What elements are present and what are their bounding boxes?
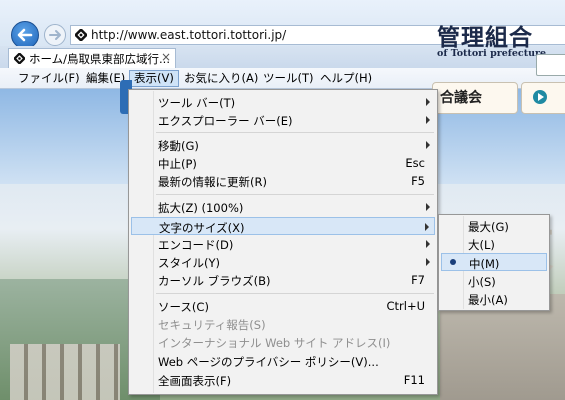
text-size-medium[interactable]: 中(M) [441, 253, 547, 271]
submenu-item-label: 大(L) [468, 238, 495, 252]
submenu-item-label: 小(S) [468, 275, 496, 289]
menu-item-toolbars[interactable]: ツール バー(T) [131, 93, 435, 111]
browser-tab[interactable]: ホーム/鳥取県東部広域行... × [8, 48, 176, 68]
menu-item-label: 全画面表示(F) [158, 374, 232, 388]
menu-item-label: エクスプローラー バー(E) [158, 114, 293, 128]
tab-close-icon[interactable]: × [161, 50, 171, 64]
menu-item-security-report: セキュリティ報告(S) [131, 315, 435, 333]
menu-item-shortcut: F11 [403, 373, 425, 387]
site-search-input[interactable] [536, 54, 565, 76]
menu-item-label: スタイル(Y) [158, 256, 220, 270]
council-nav-label: 合議会 [440, 90, 482, 106]
site-favicon-icon [75, 29, 87, 41]
menu-item-stop[interactable]: 中止(P) Esc [131, 154, 435, 172]
menu-item-shortcut: Esc [405, 156, 425, 170]
menu-item-label: ツール バー(T) [158, 96, 236, 110]
menu-item-full-screen[interactable]: 全画面表示(F) F11 [131, 371, 435, 389]
menu-item-label: 中止(P) [158, 157, 197, 171]
menu-item-zoom[interactable]: 拡大(Z) (100%) [131, 198, 435, 216]
submenu-arrow-icon [426, 141, 430, 149]
menu-separator [156, 194, 434, 195]
menu-item-label: 移動(G) [158, 139, 199, 153]
menu-separator [156, 293, 434, 294]
menu-item-label: 最新の情報に更新(R) [158, 175, 267, 189]
menu-file[interactable]: ファイル(F) [14, 70, 84, 87]
forward-arrow-icon [49, 30, 61, 40]
menu-item-international-address: インターナショナル Web サイト アドレス(I) [131, 333, 435, 351]
submenu-arrow-icon [426, 240, 430, 248]
text-size-largest[interactable]: 最大(G) [441, 217, 547, 235]
menu-item-label: ソース(C) [158, 300, 209, 314]
submenu-arrow-icon [425, 223, 429, 231]
submenu-item-label: 中(M) [469, 257, 500, 271]
menu-view[interactable]: 表示(V) [129, 70, 179, 87]
menu-item-label: カーソル ブラウズ(B) [158, 274, 271, 288]
menu-favorites[interactable]: お気に入り(A) [180, 70, 262, 87]
text-size-smaller[interactable]: 小(S) [441, 272, 547, 290]
forward-button[interactable] [44, 24, 66, 46]
menu-item-privacy-policy[interactable]: Web ページのプライバシー ポリシー(V)... [131, 352, 435, 370]
view-menu: ツール バー(T) エクスプローラー バー(E) 移動(G) 中止(P) Esc… [128, 89, 438, 395]
tab-title: ホーム/鳥取県東部広域行... [29, 52, 170, 66]
site-logo-title: 管理組合 [437, 24, 533, 51]
tab-favicon-icon [14, 53, 25, 64]
menu-item-shortcut: F5 [411, 174, 425, 188]
menu-item-label: エンコード(D) [158, 238, 234, 252]
menu-tools[interactable]: ツール(T) [259, 70, 318, 87]
menu-item-refresh[interactable]: 最新の情報に更新(R) F5 [131, 172, 435, 190]
menu-item-label: インターナショナル Web サイト アドレス(I) [158, 336, 391, 350]
menu-item-encoding[interactable]: エンコード(D) [131, 235, 435, 253]
menu-item-text-size[interactable]: 文字のサイズ(X) [131, 217, 435, 235]
menu-item-explorer-bars[interactable]: エクスプローラー バー(E) [131, 111, 435, 129]
menu-separator [156, 132, 434, 133]
menu-help[interactable]: ヘルプ(H) [316, 70, 376, 87]
text-size-larger[interactable]: 大(L) [441, 235, 547, 253]
submenu-item-label: 最小(A) [468, 293, 508, 307]
menu-item-shortcut: Ctrl+U [386, 299, 425, 313]
submenu-arrow-icon [426, 116, 430, 124]
menu-item-caret-browsing[interactable]: カーソル ブラウズ(B) F7 [131, 271, 435, 289]
address-url[interactable]: http://www.east.tottori.tottori.jp/ [91, 28, 286, 42]
menu-item-source[interactable]: ソース(C) Ctrl+U [131, 297, 435, 315]
houses-photo [10, 344, 120, 400]
back-arrow-icon [17, 28, 33, 42]
site-logo-subtitle: of Tottori prefecture [437, 48, 547, 59]
menu-item-label: 文字のサイズ(X) [159, 221, 245, 235]
play-icon [533, 90, 547, 104]
menu-item-go-to[interactable]: 移動(G) [131, 136, 435, 154]
submenu-arrow-icon [426, 203, 430, 211]
submenu-arrow-icon [426, 98, 430, 106]
menu-item-style[interactable]: スタイル(Y) [131, 253, 435, 271]
submenu-item-label: 最大(G) [468, 220, 509, 234]
text-size-smallest[interactable]: 最小(A) [441, 290, 547, 308]
back-button[interactable] [11, 21, 39, 49]
menu-item-label: Web ページのプライバシー ポリシー(V)... [158, 355, 379, 369]
menu-item-label: 拡大(Z) (100%) [158, 201, 244, 215]
text-size-submenu: 最大(G) 大(L) 中(M) 小(S) 最小(A) [438, 214, 550, 311]
submenu-arrow-icon [426, 258, 430, 266]
selected-radio-icon [450, 259, 456, 265]
menu-item-label: セキュリティ報告(S) [158, 318, 266, 332]
menu-item-shortcut: F7 [411, 273, 425, 287]
